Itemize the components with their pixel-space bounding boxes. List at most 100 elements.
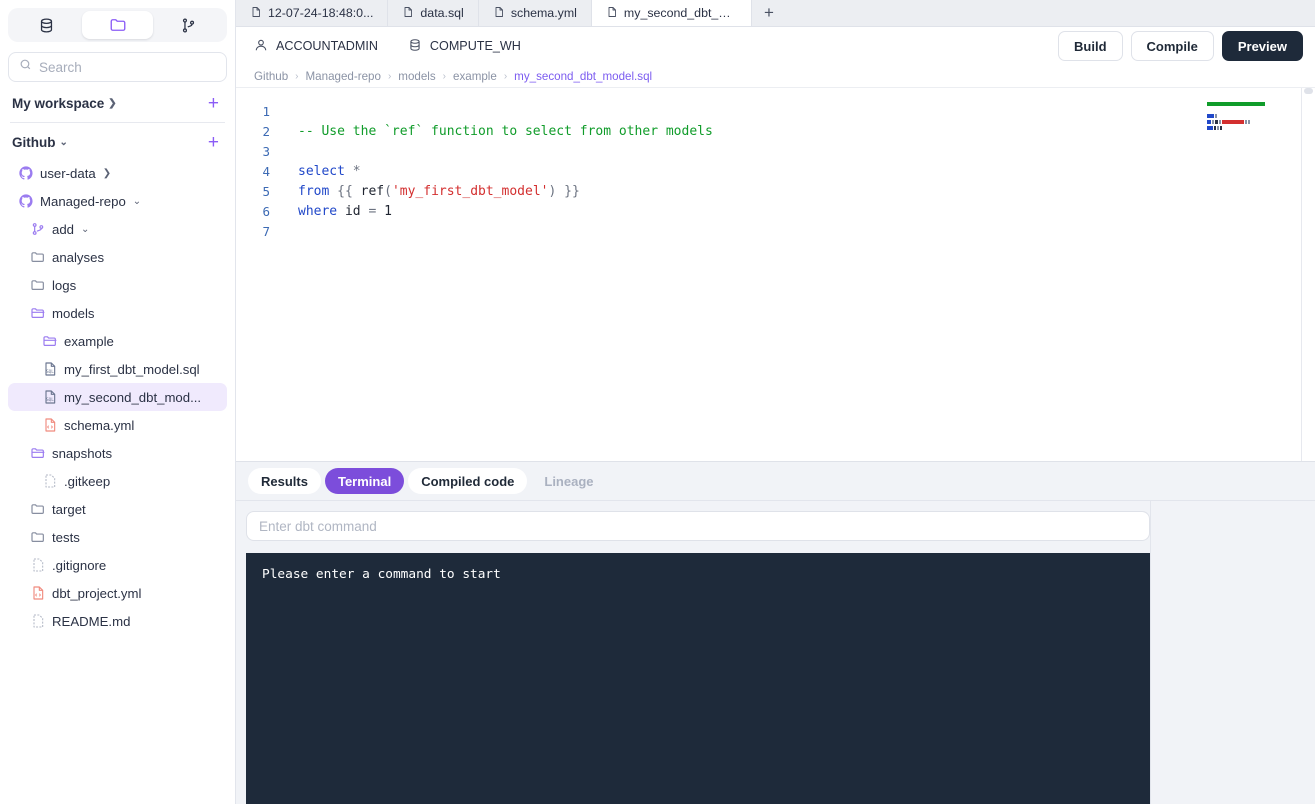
tree-item[interactable]: dbt_project.yml	[8, 579, 227, 607]
minimap-line	[1207, 114, 1293, 118]
sidebar: My workspace ❯ + Github ⌄ + user-data ❯ Ma…	[0, 0, 236, 804]
sidebar-section-my-workspace[interactable]: My workspace ❯ +	[0, 88, 235, 118]
tree-item[interactable]: SQL my_first_dbt_model.sql	[8, 355, 227, 383]
editor-scrollbar[interactable]	[1301, 88, 1315, 461]
sidebar-section-label: Github	[12, 134, 56, 150]
tree-item[interactable]: README.md	[8, 607, 227, 635]
tree-item[interactable]: SQL my_second_dbt_mod...	[8, 383, 227, 411]
doc-tab-icon	[250, 6, 262, 21]
editor-tab[interactable]: 12-07-24-18:48:0...	[236, 0, 389, 26]
chevron-right-icon: ❯	[108, 97, 117, 109]
folder-closed-icon	[30, 529, 46, 545]
code-line[interactable]: 1	[236, 102, 1315, 122]
code-line[interactable]: 3	[236, 142, 1315, 162]
bottom-tab[interactable]: Compiled code	[408, 468, 528, 494]
editor-tab[interactable]: my_second_dbt_m...	[591, 0, 752, 26]
sidebar-tab-database[interactable]	[11, 11, 82, 39]
tree-item-label: schema.yml	[64, 417, 135, 433]
preview-button[interactable]: Preview	[1221, 31, 1303, 61]
line-text[interactable]	[282, 142, 298, 162]
tree-item[interactable]: add ⌄	[8, 215, 227, 243]
breadcrumb-item[interactable]: Managed-repo	[306, 70, 381, 83]
code-token: select	[298, 164, 345, 179]
editor-tab-label: 12-07-24-18:48:0...	[268, 6, 374, 20]
breadcrumb: Github › Managed-repo › models › example › my_se…	[236, 65, 1315, 87]
line-text[interactable]	[282, 102, 298, 122]
line-text[interactable]: -- Use the `ref` function to select from…	[282, 122, 713, 142]
compile-button[interactable]: Compile	[1130, 31, 1214, 61]
editor-scrollbar-thumb[interactable]	[1304, 88, 1313, 94]
code-line[interactable]: 4 select *	[236, 162, 1315, 182]
chevron-right-icon[interactable]: ❯	[103, 168, 111, 179]
editor-tab[interactable]: schema.yml	[479, 0, 592, 26]
blank-file-icon	[30, 557, 46, 573]
yml-file-icon	[42, 417, 58, 433]
tree-item[interactable]: snapshots	[8, 439, 227, 467]
sql-file-icon: SQL	[42, 361, 58, 377]
chevron-down-icon: ⌄	[59, 136, 68, 148]
tree-item-label: my_second_dbt_mod...	[64, 389, 202, 405]
editor-tab-label: my_second_dbt_m...	[623, 6, 737, 20]
tree-item[interactable]: tests	[8, 523, 227, 551]
minimap-token	[1245, 120, 1247, 124]
terminal-column: Please enter a command to start	[236, 501, 1150, 804]
dbt-command-input[interactable]	[259, 518, 1137, 534]
code-token: -- Use the `ref` function to select from…	[298, 124, 713, 139]
branch-icon	[30, 221, 46, 237]
search-input[interactable]	[39, 59, 216, 75]
sidebar-tab-files[interactable]	[82, 11, 153, 39]
line-text[interactable]	[282, 222, 298, 242]
add-workspace-button[interactable]: +	[206, 94, 221, 113]
minimap-line	[1207, 96, 1293, 100]
tree-item[interactable]: target	[8, 495, 227, 523]
bottom-tab[interactable]: Terminal	[324, 468, 405, 494]
editor-tab[interactable]: data.sql	[388, 0, 479, 26]
breadcrumb-item[interactable]: models	[398, 70, 435, 83]
build-button[interactable]: Build	[1058, 31, 1123, 61]
tree-item[interactable]: logs	[8, 271, 227, 299]
tree-item-label: user-data	[40, 165, 96, 181]
tree-item[interactable]: models	[8, 299, 227, 327]
code-editor[interactable]: 1 2 -- Use the `ref` function to select fr…	[236, 87, 1315, 461]
code-line[interactable]: 2 -- Use the `ref` function to select fro…	[236, 122, 1315, 142]
new-tab-button[interactable]: +	[752, 0, 786, 26]
tree-item[interactable]: .gitkeep	[8, 467, 227, 495]
github-icon	[18, 193, 34, 209]
line-text[interactable]: from {{ ref('my_first_dbt_model') }}	[282, 182, 580, 202]
code-line[interactable]: 5 from {{ ref('my_first_dbt_model') }}	[236, 182, 1315, 202]
minimap-line	[1207, 120, 1293, 124]
line-text[interactable]: select *	[282, 162, 361, 182]
tree-item[interactable]: user-data ❯	[8, 159, 227, 187]
breadcrumb-item[interactable]: example	[453, 70, 497, 83]
line-number: 4	[262, 164, 270, 179]
sidebar-section-github[interactable]: Github ⌄ +	[0, 127, 235, 157]
tree-item[interactable]: analyses	[8, 243, 227, 271]
breadcrumb-item[interactable]: Github	[254, 70, 288, 83]
sidebar-tab-git[interactable]	[153, 11, 224, 39]
bottom-tab[interactable]: Results	[248, 468, 321, 494]
tab-bar-filler	[786, 0, 1315, 26]
doc-tab-icon	[493, 6, 505, 21]
tree-item[interactable]: schema.yml	[8, 411, 227, 439]
code-line[interactable]: 6 where id = 1	[236, 202, 1315, 222]
minimap-token	[1220, 126, 1222, 130]
terminal-output[interactable]: Please enter a command to start	[246, 553, 1150, 804]
tree-item[interactable]: example	[8, 327, 227, 355]
tree-item[interactable]: .gitignore	[8, 551, 227, 579]
file-tree: user-data ❯ Managed-repo ⌄ add ⌄ analyses logs m…	[0, 157, 235, 645]
minimap-line	[1207, 108, 1293, 112]
chevron-down-icon[interactable]: ⌄	[133, 196, 141, 207]
add-repo-button[interactable]: +	[206, 133, 221, 152]
breadcrumb-current[interactable]: my_second_dbt_model.sql	[514, 70, 652, 83]
chevron-down-icon[interactable]: ⌄	[81, 224, 89, 235]
code-line[interactable]: 7	[236, 222, 1315, 242]
minimap-token	[1207, 126, 1213, 130]
tree-item[interactable]: Managed-repo ⌄	[8, 187, 227, 215]
sidebar-divider	[10, 122, 225, 123]
line-text[interactable]: where id = 1	[282, 202, 392, 222]
code-content[interactable]: 1 2 -- Use the `ref` function to select fr…	[236, 88, 1315, 242]
code-minimap[interactable]	[1207, 96, 1293, 138]
folder-closed-icon	[30, 501, 46, 517]
tree-item-label: snapshots	[52, 445, 113, 461]
